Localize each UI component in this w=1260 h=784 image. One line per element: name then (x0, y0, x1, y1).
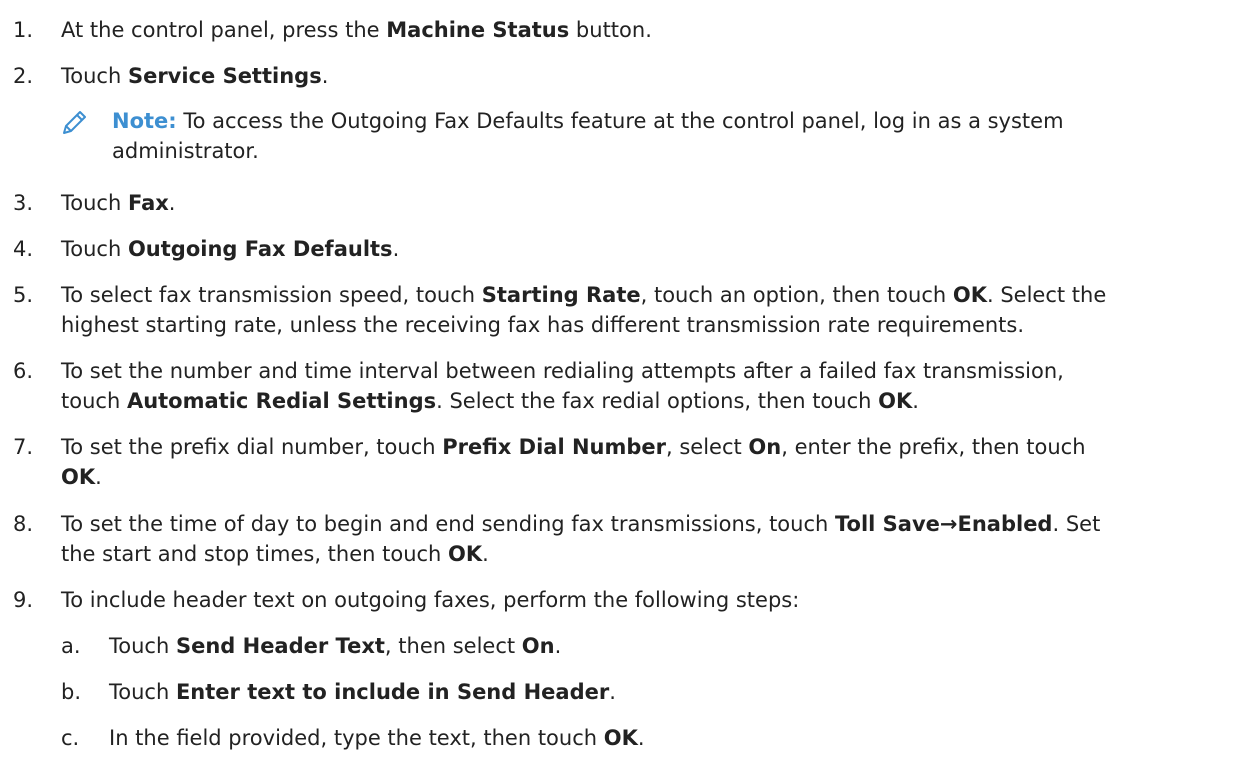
step-text: Touch Service Settings. (61, 64, 329, 88)
control-name: Service Settings (127, 64, 322, 88)
step-number: 9. (13, 588, 34, 612)
control-name: OK (448, 542, 483, 566)
step-6: 6. To set the number and time interval b… (0, 356, 1240, 416)
procedure-document: 1. At the control panel, press the Machi… (0, 0, 1260, 784)
step-text: To include header text on outgoing faxes… (61, 588, 800, 612)
substep-letter: a. (61, 634, 81, 658)
step-number: 4. (13, 237, 34, 261)
control-name: Automatic Redial Settings (126, 389, 437, 413)
step-2: 2. Touch Service Settings. (0, 61, 1240, 91)
step-text: Touch Fax. (61, 191, 176, 215)
step-text: To set the number and time interval betw… (61, 359, 1064, 413)
step-3: 3. Touch Fax. (0, 188, 1240, 218)
substep-c: c. In the field provided, type the text,… (0, 723, 1240, 753)
step-number: 7. (13, 435, 34, 459)
substep-b: b. Touch Enter text to include in Send H… (0, 677, 1240, 707)
step-number: 5. (13, 283, 34, 307)
control-name: Toll Save→Enabled (835, 512, 1053, 536)
note-label: Note: (112, 109, 177, 133)
control-name: OK (878, 389, 913, 413)
step-5: 5. To select fax transmission speed, tou… (0, 280, 1240, 340)
control-name: Machine Status (386, 18, 570, 42)
step-text: To set the time of day to begin and end … (61, 512, 1101, 566)
control-name: Prefix Dial Number (442, 435, 666, 459)
step-number: 2. (13, 64, 34, 88)
substep-a: a. Touch Send Header Text, then select O… (0, 631, 1240, 661)
step-4: 4. Touch Outgoing Fax Defaults. (0, 234, 1240, 264)
substep-text: In the field provided, type the text, th… (109, 726, 645, 750)
substep-text: Touch Send Header Text, then select On. (109, 634, 562, 658)
control-name: OK (61, 465, 96, 489)
substep-text: Touch Enter text to include in Send Head… (109, 680, 616, 704)
substep-letter: b. (61, 680, 82, 704)
step-number: 3. (13, 191, 34, 215)
step-number: 6. (13, 359, 34, 383)
control-name: On (521, 634, 555, 658)
pencil-icon (63, 111, 86, 134)
control-name: OK (603, 726, 638, 750)
step-7: 7. To set the prefix dial number, touch … (0, 432, 1240, 492)
control-name: Enter text to include in Send Header (175, 680, 610, 704)
step-number: 1. (13, 18, 34, 42)
step-number: 8. (13, 512, 34, 536)
note-text: Note: To access the Outgoing Fax Default… (112, 109, 1064, 163)
step-8: 8. To set the time of day to begin and e… (0, 509, 1240, 569)
substep-letter: c. (61, 726, 80, 750)
step-text: To select fax transmission speed, touch … (61, 283, 1107, 337)
step-text: Touch Outgoing Fax Defaults. (61, 237, 400, 261)
control-name: OK (952, 283, 987, 307)
note-callout: Note: To access the Outgoing Fax Default… (61, 106, 1241, 166)
control-name: Outgoing Fax Defaults (127, 237, 393, 261)
control-name: Send Header Text (175, 634, 385, 658)
control-name: On (748, 435, 782, 459)
step-1: 1. At the control panel, press the Machi… (0, 15, 1240, 45)
step-text: To set the prefix dial number, touch Pre… (61, 435, 1086, 489)
step-9: 9. To include header text on outgoing fa… (0, 585, 1240, 615)
step-text: At the control panel, press the Machine … (61, 18, 652, 42)
control-name: Fax (127, 191, 169, 215)
control-name: Starting Rate (481, 283, 641, 307)
